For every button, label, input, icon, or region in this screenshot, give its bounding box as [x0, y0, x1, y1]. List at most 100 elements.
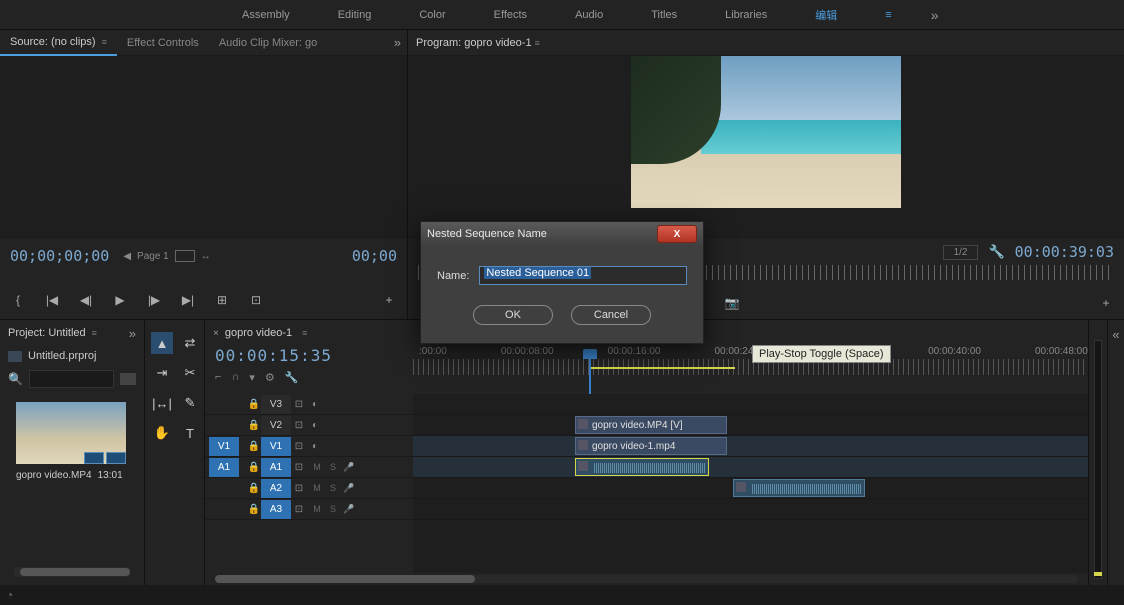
sync-lock-icon[interactable]: ⊡ [291, 504, 307, 515]
ws-menu-icon[interactable]: ≡ [861, 0, 916, 30]
mute-button[interactable]: M [311, 483, 323, 493]
export-frame-icon[interactable]: 📷 [724, 295, 740, 311]
lane-a2[interactable] [413, 478, 1088, 499]
tabs-overflow-icon[interactable]: » [129, 326, 136, 341]
close-seq-icon[interactable]: × [213, 328, 219, 339]
cancel-button[interactable]: Cancel [571, 305, 651, 325]
ws-audio[interactable]: Audio [551, 0, 627, 30]
fit-icon[interactable] [175, 250, 195, 262]
sync-lock-icon[interactable]: ⊡ [291, 483, 307, 494]
page-prev-icon[interactable]: ◀ [123, 251, 131, 262]
solo-button[interactable]: S [327, 504, 339, 514]
track-a2[interactable]: 🔒A2⊡MS🎤 [205, 478, 413, 499]
clip-a1[interactable] [575, 458, 709, 476]
track-a1[interactable]: A1🔒A1⊡MS🎤 [205, 457, 413, 478]
lock-icon[interactable]: 🔒 [247, 441, 261, 452]
button-editor-icon[interactable]: + [1098, 295, 1114, 311]
slip-tool[interactable]: |↔| [151, 392, 173, 414]
type-tool[interactable]: T [179, 422, 201, 444]
sync-lock-icon[interactable]: ⊡ [291, 420, 307, 431]
program-monitor[interactable] [408, 56, 1124, 239]
button-editor-icon[interactable]: + [381, 292, 397, 308]
clip-a2[interactable] [733, 479, 865, 497]
eye-icon[interactable]: ◐ [307, 399, 323, 410]
source-patch[interactable]: V1 [209, 437, 239, 456]
sync-lock-icon[interactable]: ⊡ [291, 462, 307, 473]
settings-icon[interactable]: 🔧 [988, 244, 1004, 260]
voice-over-icon[interactable]: 🎤 [343, 504, 355, 515]
lane-a3[interactable] [413, 499, 1088, 520]
mute-button[interactable]: M [311, 462, 323, 472]
project-scrollbar[interactable] [14, 567, 130, 577]
track-target[interactable]: V2 [261, 416, 291, 435]
track-select-tool[interactable]: ⇄ [179, 332, 201, 354]
ripple-edit-tool[interactable]: ⇥ [151, 362, 173, 384]
track-target[interactable]: A1 [261, 458, 291, 477]
mute-button[interactable]: M [311, 504, 323, 514]
link-icon[interactable]: ∩ [231, 371, 239, 384]
solo-button[interactable]: S [327, 462, 339, 472]
wrench-icon[interactable]: 🔧 [285, 371, 299, 384]
lock-icon[interactable]: 🔒 [247, 462, 261, 473]
tabs-overflow-icon[interactable]: » [394, 35, 401, 50]
clip-v2[interactable]: gopro video.MP4 [V] [575, 416, 727, 434]
track-v3[interactable]: 🔒V3⊡◐ [205, 394, 413, 415]
source-patch[interactable]: A1 [209, 458, 239, 477]
voice-over-icon[interactable]: 🎤 [343, 462, 355, 473]
search-icon[interactable]: 🔍 [8, 372, 23, 386]
ws-editing[interactable]: Editing [314, 0, 396, 30]
sequence-tab[interactable]: gopro video-1 [225, 327, 292, 339]
lock-icon[interactable]: 🔒 [247, 399, 261, 410]
ws-color[interactable]: Color [395, 0, 469, 30]
insert-icon[interactable]: ⊞ [214, 292, 230, 308]
track-target[interactable]: A2 [261, 479, 291, 498]
tab-project[interactable]: Project: Untitled [8, 327, 86, 339]
collapse-icon[interactable]: « [1108, 326, 1124, 342]
ws-effects[interactable]: Effects [470, 0, 551, 30]
lock-icon[interactable]: 🔒 [247, 483, 261, 494]
track-v2[interactable]: 🔒V2⊡◐ [205, 415, 413, 436]
sync-lock-icon[interactable]: ⊡ [291, 441, 307, 452]
step-fwd-icon[interactable]: |▶ [146, 292, 162, 308]
snap-icon[interactable]: ⌐ [215, 371, 221, 384]
go-out-icon[interactable]: ▶| [180, 292, 196, 308]
track-v1[interactable]: V1🔒V1⊡◐ [205, 436, 413, 457]
brackets-icon[interactable]: ↔ [201, 251, 211, 262]
search-input[interactable] [29, 370, 114, 388]
panel-menu-icon[interactable]: ≡ [92, 328, 97, 338]
ws-libraries[interactable]: Libraries [701, 0, 791, 30]
go-in-icon[interactable]: |◀ [44, 292, 60, 308]
selection-tool[interactable]: ▲ [151, 332, 173, 354]
step-back-icon[interactable]: ◀| [78, 292, 94, 308]
pen-tool[interactable]: ✎ [179, 392, 201, 414]
tab-program[interactable]: Program: gopro video-1 ≡ [416, 37, 540, 49]
lane-a1[interactable] [413, 457, 1088, 478]
panel-menu-icon[interactable]: ≡ [535, 38, 540, 48]
play-icon[interactable]: ▶ [112, 292, 128, 308]
tab-audio-mixer[interactable]: Audio Clip Mixer: go [209, 30, 327, 56]
track-target[interactable]: V1 [261, 437, 291, 456]
zoom-select[interactable]: 1/2 [943, 245, 979, 260]
eye-icon[interactable]: ◐ [307, 420, 323, 431]
overwrite-icon[interactable]: ⊡ [248, 292, 264, 308]
track-content[interactable]: gopro video.MP4 [V] gopro video-1.mp4 [413, 394, 1088, 573]
close-icon[interactable]: X [657, 225, 697, 243]
sync-lock-icon[interactable]: ⊡ [291, 399, 307, 410]
dialog-titlebar[interactable]: Nested Sequence Name X [421, 222, 703, 246]
lane-v2[interactable]: gopro video.MP4 [V] [413, 415, 1088, 436]
panel-menu-icon[interactable]: ≡ [302, 328, 307, 338]
settings-icon[interactable]: ⚙ [265, 371, 275, 384]
ws-edit-cn[interactable]: 编辑 [791, 0, 861, 30]
track-target[interactable]: V3 [261, 395, 291, 414]
lock-icon[interactable]: 🔒 [247, 504, 261, 515]
solo-button[interactable]: S [327, 483, 339, 493]
ws-overflow-icon[interactable]: » [917, 7, 953, 23]
ws-assembly[interactable]: Assembly [218, 0, 314, 30]
mark-in-icon[interactable]: { [10, 292, 26, 308]
lock-icon[interactable]: 🔒 [247, 420, 261, 431]
time-ruler[interactable] [413, 359, 1088, 375]
tab-effect-controls[interactable]: Effect Controls [117, 30, 209, 56]
lane-v1[interactable]: gopro video-1.mp4 [413, 436, 1088, 457]
panel-menu-icon[interactable]: ≡ [102, 37, 107, 47]
timeline-timecode[interactable]: 00:00:15:35 [215, 346, 413, 365]
